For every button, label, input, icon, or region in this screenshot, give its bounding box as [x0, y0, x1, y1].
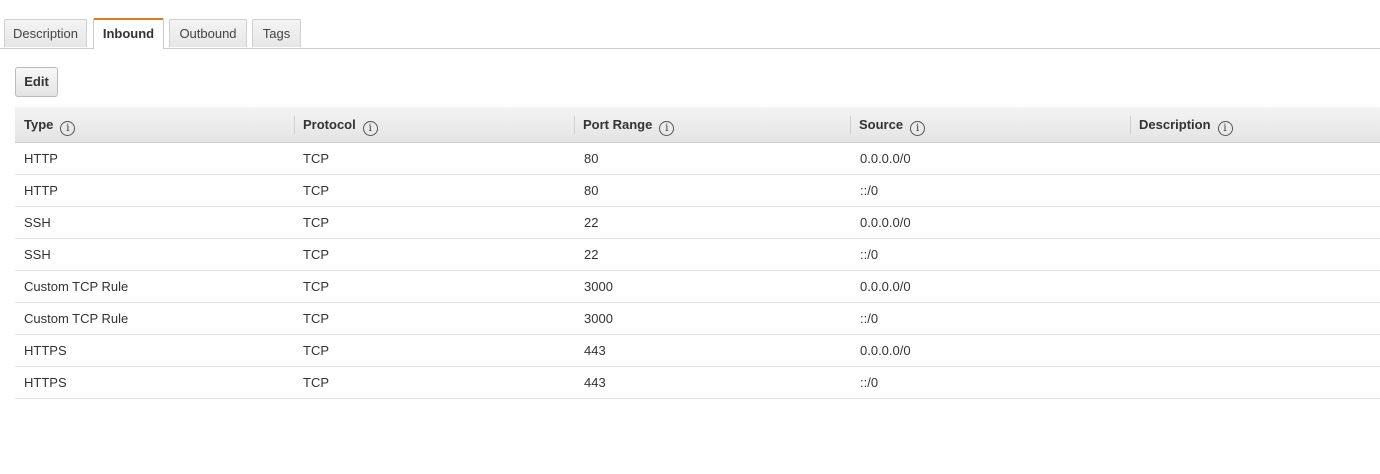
column-header-label: Protocol: [303, 117, 356, 132]
cell-description: [1130, 335, 1380, 366]
table-row: SSH TCP 22 0.0.0.0/0: [15, 207, 1380, 239]
edit-button[interactable]: Edit: [15, 67, 58, 97]
column-header-label: Description: [1139, 117, 1211, 132]
cell-protocol: TCP: [303, 183, 329, 198]
cell-protocol: TCP: [303, 375, 329, 390]
table-row: HTTPS TCP 443 0.0.0.0/0: [15, 335, 1380, 367]
cell-source: ::/0: [860, 247, 879, 262]
cell-description: [1130, 367, 1380, 398]
column-header-source[interactable]: Source i: [850, 107, 1130, 143]
cell-description: [1130, 175, 1380, 206]
cell-description: [1130, 303, 1380, 334]
cell-type: Custom TCP Rule: [24, 279, 129, 294]
cell-port-range: 3000: [584, 279, 613, 294]
cell-type: SSH: [24, 247, 51, 262]
cell-protocol: TCP: [303, 247, 329, 262]
cell-type: HTTPS: [24, 375, 67, 390]
cell-source: 0.0.0.0/0: [860, 279, 911, 294]
cell-port-range: 443: [584, 375, 606, 390]
cell-source: ::/0: [860, 311, 879, 326]
cell-source: ::/0: [860, 183, 879, 198]
table-row: Custom TCP Rule TCP 3000 ::/0: [15, 303, 1380, 335]
cell-source: 0.0.0.0/0: [860, 151, 911, 166]
table-row: SSH TCP 22 ::/0: [15, 239, 1380, 271]
info-icon[interactable]: i: [659, 121, 675, 136]
column-divider[interactable]: [1130, 116, 1131, 134]
cell-source: ::/0: [860, 375, 879, 390]
column-header-label: Type: [24, 117, 54, 132]
cell-type: HTTP: [24, 183, 58, 198]
cell-port-range: 80: [584, 183, 599, 198]
inbound-rules-table: Type i Protocol i Port Range i Source i Desc…: [15, 107, 1380, 399]
column-header-label: Source: [859, 117, 904, 132]
cell-protocol: TCP: [303, 343, 329, 358]
table-row: HTTPS TCP 443 ::/0: [15, 367, 1380, 399]
cell-protocol: TCP: [303, 311, 329, 326]
column-header-port-range[interactable]: Port Range i: [574, 107, 850, 143]
tab-outbound[interactable]: Outbound: [169, 19, 247, 47]
cell-port-range: 3000: [584, 311, 613, 326]
cell-protocol: TCP: [303, 279, 329, 294]
tab-inbound[interactable]: Inbound: [93, 18, 164, 49]
cell-type: HTTP: [24, 151, 58, 166]
cell-port-range: 80: [584, 151, 599, 166]
tab-tags[interactable]: Tags: [252, 19, 301, 47]
column-header-label: Port Range: [583, 117, 653, 132]
table-header: Type i Protocol i Port Range i Source i Desc…: [15, 107, 1380, 143]
cell-source: 0.0.0.0/0: [860, 343, 911, 358]
cell-description: [1130, 143, 1380, 174]
table-row: HTTP TCP 80 0.0.0.0/0: [15, 143, 1380, 175]
column-divider[interactable]: [294, 116, 295, 134]
info-icon[interactable]: i: [910, 121, 926, 136]
cell-description: [1130, 271, 1380, 302]
cell-protocol: TCP: [303, 215, 329, 230]
cell-type: HTTPS: [24, 343, 67, 358]
cell-description: [1130, 207, 1380, 238]
column-header-description[interactable]: Description i: [1130, 107, 1380, 143]
security-group-rules-panel: Description Inbound Outbound Tags Edit T…: [0, 0, 1380, 474]
cell-port-range: 22: [584, 247, 599, 262]
info-icon[interactable]: i: [1217, 121, 1233, 136]
cell-type: Custom TCP Rule: [24, 311, 129, 326]
column-header-protocol[interactable]: Protocol i: [294, 107, 574, 143]
column-divider[interactable]: [850, 116, 851, 134]
tab-bar: Description Inbound Outbound Tags: [0, 18, 1380, 49]
tab-description[interactable]: Description: [4, 19, 87, 47]
cell-port-range: 443: [584, 343, 606, 358]
column-header-type[interactable]: Type i: [15, 107, 294, 143]
cell-port-range: 22: [584, 215, 599, 230]
cell-type: SSH: [24, 215, 51, 230]
info-icon[interactable]: i: [60, 121, 76, 136]
cell-description: [1130, 239, 1380, 270]
cell-protocol: TCP: [303, 151, 329, 166]
cell-source: 0.0.0.0/0: [860, 215, 911, 230]
table-row: Custom TCP Rule TCP 3000 0.0.0.0/0: [15, 271, 1380, 303]
table-row: HTTP TCP 80 ::/0: [15, 175, 1380, 207]
info-icon[interactable]: i: [362, 121, 378, 136]
column-divider[interactable]: [574, 116, 575, 134]
table-body: HTTP TCP 80 0.0.0.0/0 HTTP TCP 80 ::/0 S…: [15, 143, 1380, 399]
